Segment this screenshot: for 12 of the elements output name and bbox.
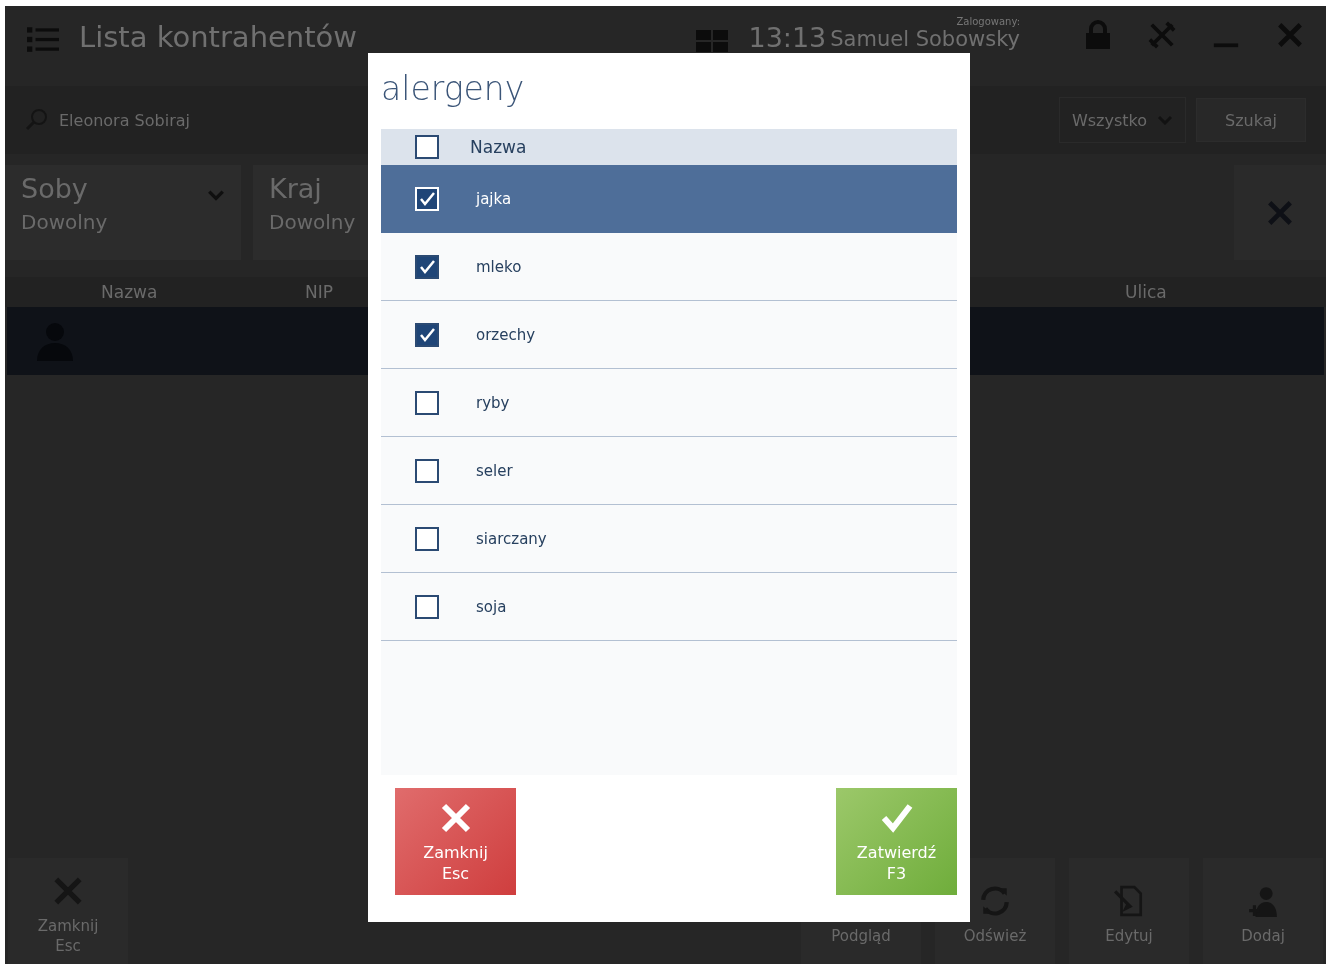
item-name: siarczany xyxy=(476,529,547,548)
item-name: mleko xyxy=(476,257,522,276)
item-name: orzechy xyxy=(476,325,536,344)
item-name: seler xyxy=(476,461,513,480)
clock-time: 13:13 xyxy=(748,22,827,53)
dialog-title: alergeny xyxy=(381,69,526,110)
item-name: jajka xyxy=(476,189,512,208)
window-title: Lista kontrahentów xyxy=(79,20,358,54)
logged-in-label: Zalogowany: xyxy=(956,16,1020,27)
item-name: ryby xyxy=(476,393,510,412)
item-name: soja xyxy=(476,597,507,616)
user-name: Samuel Sobowsky xyxy=(830,27,1020,51)
